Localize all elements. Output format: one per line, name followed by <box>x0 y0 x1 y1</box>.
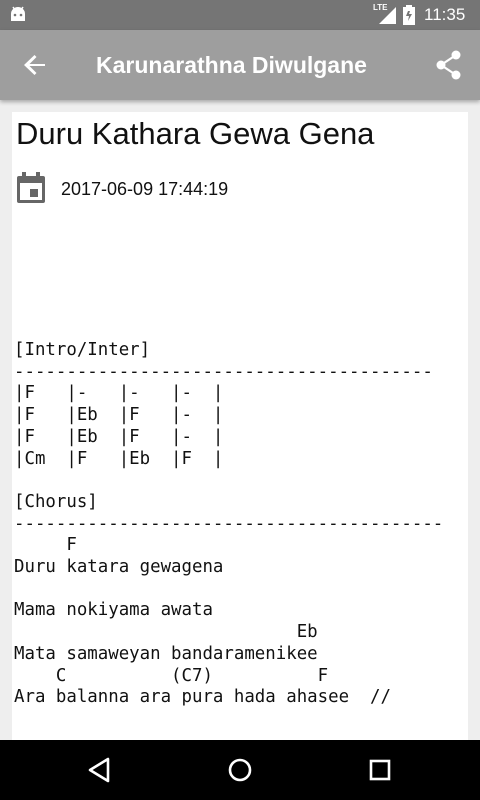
lyric-line: |F |- |- |- | <box>14 383 224 404</box>
lyric-line: |Cm |F |Eb |F | <box>14 448 224 469</box>
battery-icon <box>403 5 415 25</box>
share-icon[interactable] <box>428 44 470 86</box>
calendar-icon <box>17 172 45 203</box>
nav-back-icon[interactable] <box>80 750 120 790</box>
navigation-bar <box>0 740 480 800</box>
lyric-line: ---------------------------------------- <box>14 361 433 382</box>
page-title: Karunarathna Diwulgane <box>96 52 367 78</box>
lyric-line: [Intro/Inter] <box>14 340 151 360</box>
lyric-line: ----------------------------------------… <box>14 513 444 534</box>
lyric-line: Mama nokiyama awata <box>14 600 213 621</box>
lyric-line: Duru katara gewagena <box>14 557 224 578</box>
lyric-line: C (C7) F <box>14 665 329 686</box>
lyric-line: |F |Eb |F |- | <box>14 426 224 447</box>
arrow-back-icon[interactable] <box>14 44 56 86</box>
chord-sheet: [Intro/Inter] ---------------------------… <box>14 340 468 709</box>
nav-recents-icon[interactable] <box>360 750 400 790</box>
lyric-line: |F |Eb |F |- | <box>14 405 224 426</box>
status-bar: LTE 11:35 <box>0 0 480 30</box>
lyric-line <box>14 470 468 492</box>
lyric-line: [Chorus] <box>14 491 98 512</box>
status-time: 11:35 <box>424 5 466 24</box>
signal-icon <box>379 7 396 24</box>
song-date: 2017-06-09 17:44:19 <box>61 179 229 199</box>
app-bar: Karunarathna Diwulgane <box>0 30 480 100</box>
song-card: Duru Kathara Gewa Gena 2017-06-09 17:44:… <box>12 112 468 740</box>
lyric-line: Eb <box>14 622 318 643</box>
lyric-line: F <box>14 535 77 556</box>
lyric-line: Ara balanna ara pura hada ahasee // <box>14 687 391 708</box>
song-title: Duru Kathara Gewa Gena <box>16 116 375 151</box>
lyric-line <box>14 579 468 601</box>
android-notification-icon <box>11 6 25 21</box>
lyric-line: Mata samaweyan bandaramenikee <box>14 643 318 664</box>
nav-home-icon[interactable] <box>220 750 260 790</box>
